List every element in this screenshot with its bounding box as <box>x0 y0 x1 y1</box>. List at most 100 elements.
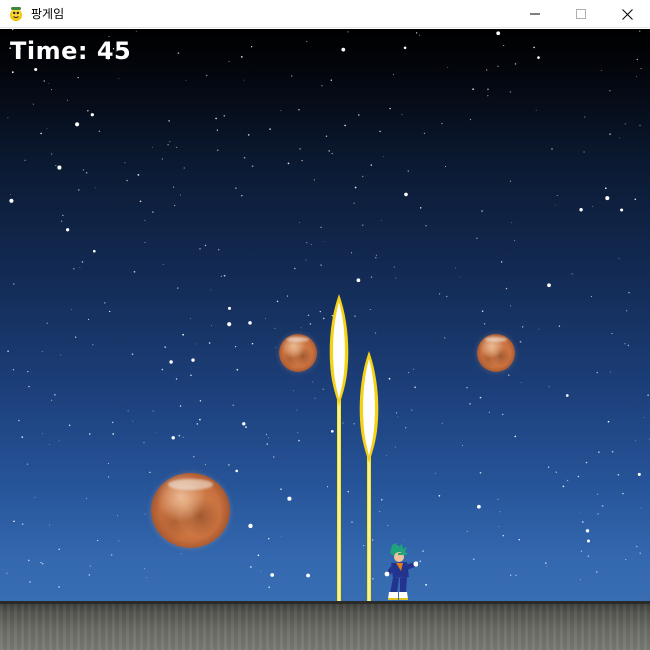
star <box>199 400 202 402</box>
star <box>624 343 626 345</box>
star <box>419 560 422 563</box>
star <box>584 116 586 118</box>
star <box>353 202 355 204</box>
star <box>538 328 540 330</box>
star <box>70 309 72 310</box>
star <box>626 310 628 312</box>
star <box>313 179 315 181</box>
star <box>404 540 406 542</box>
star <box>65 228 70 232</box>
star <box>515 574 517 576</box>
star <box>370 164 372 166</box>
star <box>446 295 448 298</box>
star <box>268 437 270 439</box>
star <box>590 295 592 297</box>
star <box>585 529 590 533</box>
star <box>26 463 29 465</box>
star <box>628 292 630 294</box>
star <box>266 443 268 445</box>
pygame-snake-icon <box>8 6 24 22</box>
star <box>579 579 581 581</box>
star <box>379 130 381 133</box>
maximize-button[interactable] <box>558 0 604 28</box>
star <box>441 122 443 125</box>
close-icon <box>621 8 633 20</box>
star <box>322 317 325 320</box>
star <box>6 572 8 574</box>
star <box>89 565 92 567</box>
weapon-beam <box>359 351 379 604</box>
star <box>558 325 561 327</box>
star <box>301 159 303 162</box>
star <box>361 175 364 178</box>
star <box>243 79 245 81</box>
star <box>375 257 377 259</box>
star <box>51 153 53 155</box>
title-bar[interactable]: 팡게임 <box>0 0 650 28</box>
star <box>596 571 598 573</box>
star <box>12 283 15 285</box>
star <box>323 241 324 242</box>
star <box>88 574 91 576</box>
star <box>29 581 31 583</box>
star <box>395 277 397 279</box>
star <box>413 368 415 370</box>
star <box>393 74 394 76</box>
star <box>387 524 389 526</box>
star <box>210 289 212 291</box>
star <box>7 117 9 119</box>
star <box>92 249 96 253</box>
star <box>205 74 208 77</box>
star <box>396 412 398 414</box>
star <box>635 545 638 548</box>
star <box>137 174 140 176</box>
star <box>11 71 14 74</box>
star <box>9 194 11 195</box>
star <box>280 488 282 490</box>
star <box>487 88 489 90</box>
star <box>250 46 253 48</box>
star <box>190 318 191 320</box>
star <box>298 108 300 111</box>
star <box>297 432 299 433</box>
star <box>445 166 447 167</box>
star <box>502 413 504 416</box>
star <box>169 360 173 364</box>
star <box>296 409 298 411</box>
star <box>9 198 14 203</box>
star <box>511 222 513 224</box>
star <box>251 165 254 168</box>
star <box>173 204 176 207</box>
star <box>397 416 399 418</box>
star <box>28 385 30 388</box>
game-canvas[interactable]: Time: 45 <box>0 29 650 650</box>
star <box>596 372 598 374</box>
star <box>622 492 624 495</box>
star <box>161 368 164 371</box>
maximize-icon <box>576 9 586 19</box>
star <box>403 46 407 50</box>
star <box>388 377 391 380</box>
star <box>227 306 232 310</box>
star <box>444 337 446 339</box>
minimize-button[interactable] <box>512 0 558 28</box>
star <box>401 114 403 116</box>
star <box>459 276 461 278</box>
star <box>13 520 15 523</box>
star <box>77 76 79 79</box>
star <box>211 325 212 326</box>
star <box>149 471 151 474</box>
star <box>414 386 416 389</box>
star <box>486 69 488 71</box>
star <box>85 497 87 499</box>
star <box>639 124 641 126</box>
star <box>247 134 250 136</box>
close-button[interactable] <box>604 0 650 28</box>
star <box>447 67 449 68</box>
star <box>353 423 355 425</box>
star <box>291 75 293 77</box>
star <box>634 440 636 442</box>
star <box>227 322 232 327</box>
star <box>248 321 252 325</box>
star <box>354 315 356 317</box>
